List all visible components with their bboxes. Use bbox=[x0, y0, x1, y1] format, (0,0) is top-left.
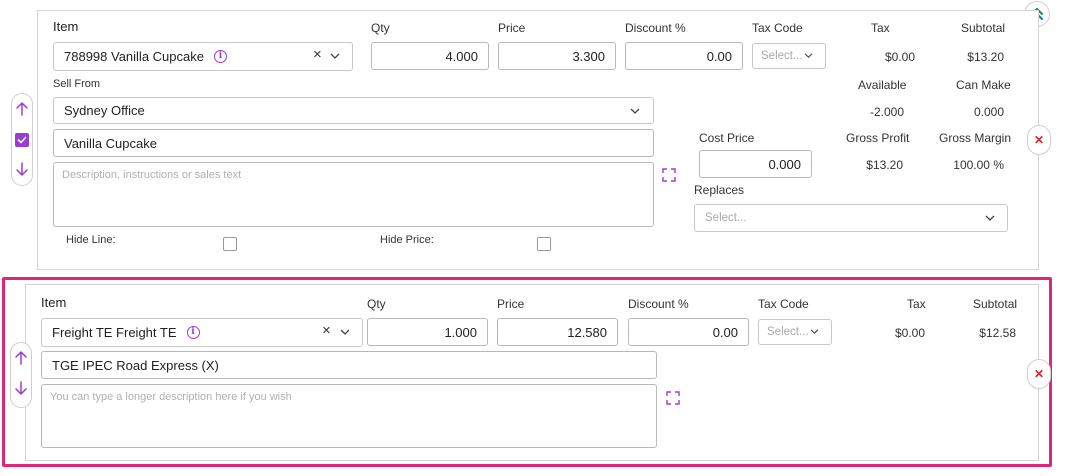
tax-header: Tax bbox=[907, 297, 926, 311]
expand-icon[interactable] bbox=[662, 168, 676, 182]
hide-price-label: Hide Price: bbox=[380, 234, 434, 246]
chevron-down-icon[interactable] bbox=[804, 52, 813, 59]
info-icon[interactable]: i bbox=[213, 50, 227, 63]
discount-input[interactable]: 0.00 bbox=[625, 42, 743, 70]
price-input[interactable]: 12.580 bbox=[497, 318, 618, 346]
qty-header: Qty bbox=[367, 297, 386, 311]
subtotal-value: $12.58 bbox=[979, 326, 1016, 340]
line-name-input[interactable]: Vanilla Cupcake bbox=[53, 129, 654, 157]
clear-icon[interactable]: × bbox=[313, 46, 322, 63]
item-select-value: Freight TE Freight TE bbox=[52, 325, 177, 340]
info-icon[interactable]: i bbox=[186, 326, 200, 339]
qty-input[interactable]: 4.000 bbox=[371, 42, 489, 70]
move-up-icon[interactable] bbox=[15, 101, 29, 117]
can-make-value: 0.000 bbox=[973, 105, 1004, 119]
discount-header: Discount % bbox=[625, 21, 686, 35]
gross-margin-label: Gross Margin bbox=[939, 131, 1012, 145]
hide-line-checkbox[interactable] bbox=[223, 237, 237, 251]
price-header: Price bbox=[498, 21, 526, 35]
clear-icon[interactable]: × bbox=[322, 322, 331, 339]
price-header: Price bbox=[497, 297, 525, 311]
tax-code-header: Tax Code bbox=[752, 21, 803, 35]
tax-header: Tax bbox=[871, 21, 890, 35]
checkmark-icon bbox=[17, 136, 27, 144]
can-make-label: Can Make bbox=[956, 78, 1011, 92]
hide-line-label: Hide Line: bbox=[66, 234, 116, 246]
delete-icon: ✕ bbox=[1033, 367, 1045, 381]
chevron-down-icon[interactable] bbox=[810, 328, 819, 335]
line-name-input[interactable]: TGE IPEC Road Express (X) bbox=[41, 351, 657, 379]
gross-profit-label: Gross Profit bbox=[846, 131, 910, 145]
chevron-down-icon[interactable] bbox=[630, 107, 640, 115]
tax-code-placeholder: Select... bbox=[767, 326, 809, 338]
tax-code-select[interactable]: Select... bbox=[758, 319, 832, 345]
qty-input[interactable]: 1.000 bbox=[367, 318, 488, 346]
item-select[interactable]: 788998 Vanilla Cupcake i bbox=[53, 42, 353, 71]
cost-price-label: Cost Price bbox=[699, 131, 755, 145]
subtotal-header: Subtotal bbox=[961, 21, 1006, 35]
expand-icon[interactable] bbox=[666, 391, 680, 405]
replaces-select[interactable]: Select... bbox=[694, 204, 1008, 232]
discount-header: Discount % bbox=[628, 297, 689, 311]
tax-code-select[interactable]: Select... bbox=[752, 43, 826, 69]
move-down-icon[interactable] bbox=[14, 380, 28, 396]
qty-header: Qty bbox=[371, 21, 390, 35]
hide-price-checkbox[interactable] bbox=[537, 237, 551, 251]
discount-input[interactable]: 0.00 bbox=[628, 318, 749, 346]
subtotal-header: Subtotal bbox=[973, 297, 1018, 311]
delete-icon: ✕ bbox=[1033, 133, 1045, 147]
item-header: Item bbox=[53, 19, 79, 34]
subtotal-value: $13.20 bbox=[967, 50, 1004, 64]
delete-line-button[interactable]: ✕ bbox=[1027, 359, 1051, 389]
available-label: Available bbox=[858, 78, 907, 92]
cost-price-input[interactable]: 0.000 bbox=[699, 150, 812, 178]
tax-value: $0.00 bbox=[884, 50, 915, 64]
price-input[interactable]: 3.300 bbox=[498, 42, 616, 70]
replaces-placeholder: Select... bbox=[705, 212, 747, 224]
description-textarea[interactable]: Description, instructions or sales text bbox=[53, 162, 654, 227]
chevron-down-icon[interactable] bbox=[330, 52, 340, 60]
sell-from-label: Sell From bbox=[53, 78, 101, 90]
tax-value: $0.00 bbox=[894, 326, 925, 340]
tax-code-placeholder: Select... bbox=[761, 50, 803, 62]
item-header: Item bbox=[41, 295, 67, 310]
replaces-label: Replaces bbox=[694, 183, 745, 197]
item-select[interactable]: Freight TE Freight TE i bbox=[41, 318, 363, 347]
sell-from-value: Sydney Office bbox=[64, 103, 145, 118]
gross-margin-value: 100.00 % bbox=[953, 158, 1004, 172]
move-up-icon[interactable] bbox=[14, 350, 28, 366]
delete-line-button[interactable]: ✕ bbox=[1027, 125, 1051, 155]
move-down-icon[interactable] bbox=[15, 161, 29, 177]
gross-profit-value: $13.20 bbox=[866, 158, 903, 172]
tax-code-header: Tax Code bbox=[758, 297, 809, 311]
line1-select-checkbox[interactable] bbox=[15, 133, 29, 147]
chevron-down-icon[interactable] bbox=[340, 328, 350, 336]
chevron-down-icon[interactable] bbox=[985, 214, 995, 222]
item-select-value: 788998 Vanilla Cupcake bbox=[64, 49, 204, 64]
available-value: -2.000 bbox=[869, 105, 904, 119]
description-textarea[interactable]: You can type a longer description here i… bbox=[41, 384, 657, 448]
sell-from-select[interactable]: Sydney Office bbox=[53, 97, 654, 124]
